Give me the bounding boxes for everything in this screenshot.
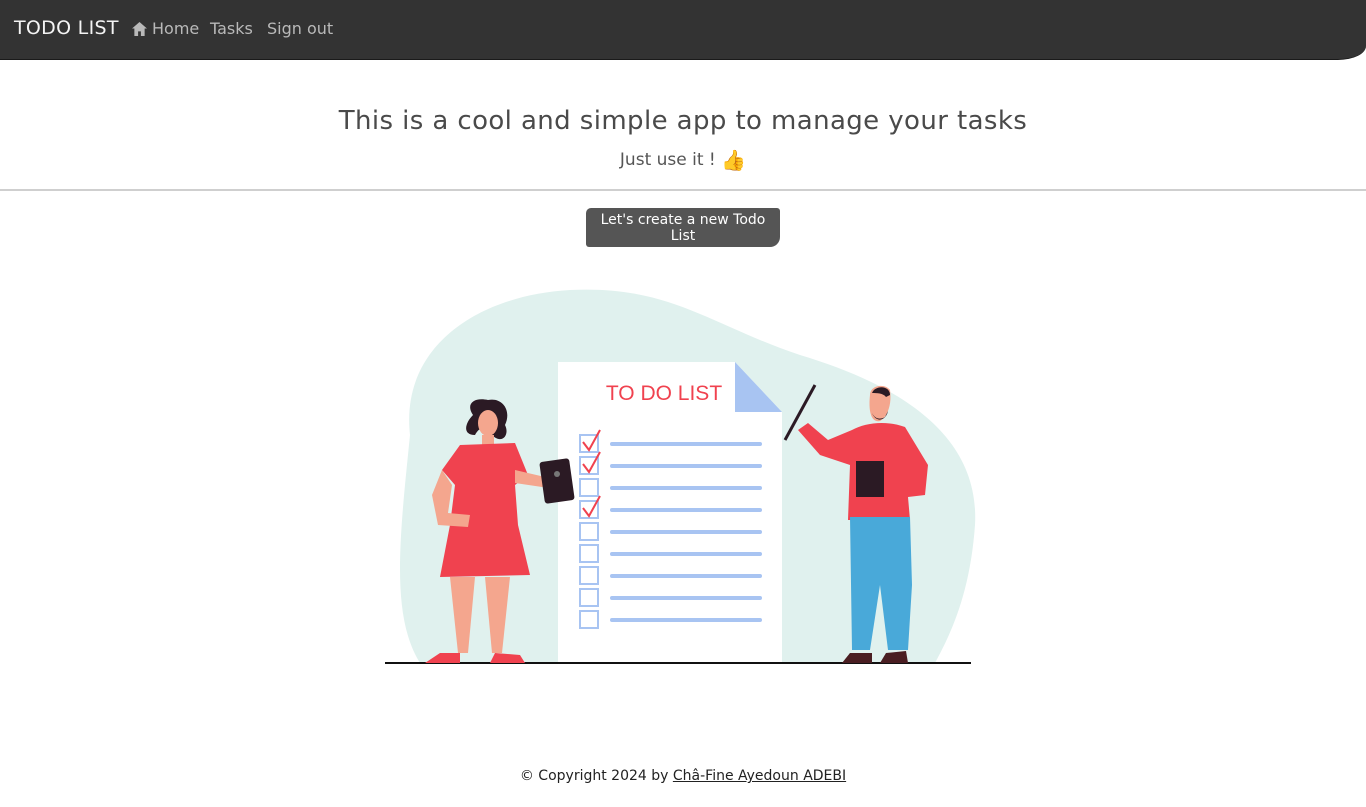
nav-home-link[interactable]: Home: [132, 19, 199, 38]
create-todo-list-button[interactable]: Let's create a new Todo List: [586, 208, 780, 247]
nav-signout-link[interactable]: Sign out: [267, 19, 333, 38]
todo-document: TO DO LIST: [558, 362, 782, 663]
nav-home-label: Home: [152, 19, 200, 38]
home-icon: [132, 21, 147, 36]
author-link[interactable]: Châ-Fine Ayedoun ADEBI: [673, 768, 846, 784]
document-title: TO DO LIST: [606, 382, 722, 405]
todo-list-illustration: TO DO LIST: [385, 289, 976, 664]
section-divider: [0, 189, 1366, 191]
page-footer: © Copyright 2024 by Châ-Fine Ayedoun ADE…: [0, 768, 1366, 784]
page-subtitle: Just use it ! 👍: [0, 148, 1366, 172]
top-navbar: TODO LIST Home Tasks Sign out: [0, 0, 1366, 60]
brand-link[interactable]: TODO LIST: [14, 17, 119, 39]
copyright-text: © Copyright 2024 by: [519, 768, 673, 784]
thumbs-up-icon: 👍: [721, 148, 747, 172]
page-title: This is a cool and simple app to manage …: [338, 106, 1028, 136]
nav-tasks-link[interactable]: Tasks: [210, 19, 253, 38]
subtitle-text: Just use it !: [619, 150, 716, 170]
